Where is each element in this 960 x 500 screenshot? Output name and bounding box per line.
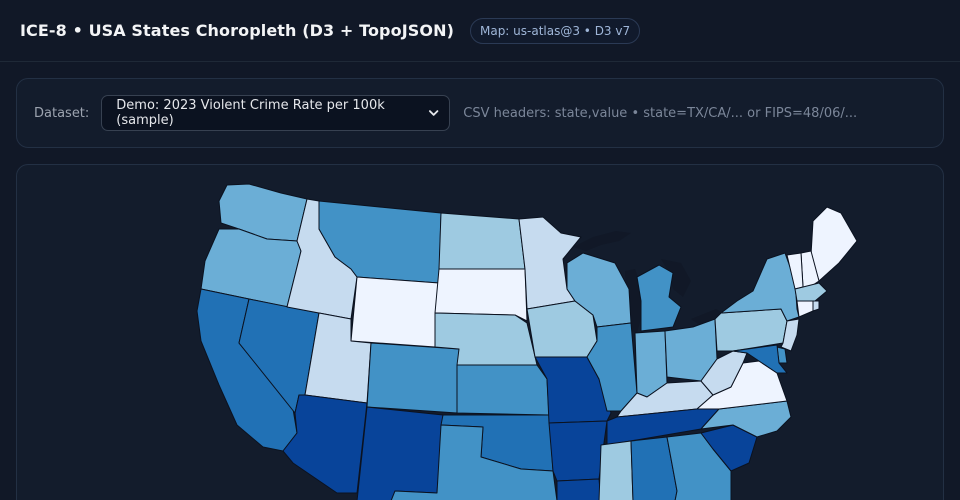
lake-superior xyxy=(573,231,631,251)
state-RI[interactable] xyxy=(812,300,820,312)
header-bar: ICE-8 • USA States Choropleth (D3 + Topo… xyxy=(0,0,960,62)
state-AR[interactable] xyxy=(548,420,608,482)
csv-hint: CSV headers: state,value • state=TX/CA/.… xyxy=(463,105,858,121)
dataset-label: Dataset: xyxy=(34,105,90,121)
state-CT[interactable] xyxy=(796,300,814,318)
state-ND[interactable] xyxy=(438,212,526,270)
state-NM[interactable] xyxy=(356,406,444,500)
page-title: ICE-8 • USA States Choropleth (D3 + Topo… xyxy=(20,21,454,40)
state-AZ[interactable] xyxy=(282,394,368,494)
state-MS[interactable] xyxy=(598,440,634,500)
state-WY[interactable] xyxy=(350,276,440,348)
map-panel xyxy=(16,164,944,500)
chevron-down-icon xyxy=(428,110,439,116)
state-LA[interactable] xyxy=(556,478,602,500)
state-NY[interactable] xyxy=(720,252,800,322)
state-KS[interactable] xyxy=(456,364,550,416)
map-source-badge: Map: us-atlas@3 • D3 v7 xyxy=(469,17,641,44)
state-CO[interactable] xyxy=(366,342,460,414)
dataset-select[interactable]: Demo: 2023 Violent Crime Rate per 100k (… xyxy=(101,95,451,131)
controls-panel: Dataset: Demo: 2023 Violent Crime Rate p… xyxy=(16,78,944,148)
state-ME[interactable] xyxy=(810,206,858,282)
choropleth-map xyxy=(196,183,858,500)
dataset-select-value: Demo: 2023 Violent Crime Rate per 100k (… xyxy=(116,98,385,128)
